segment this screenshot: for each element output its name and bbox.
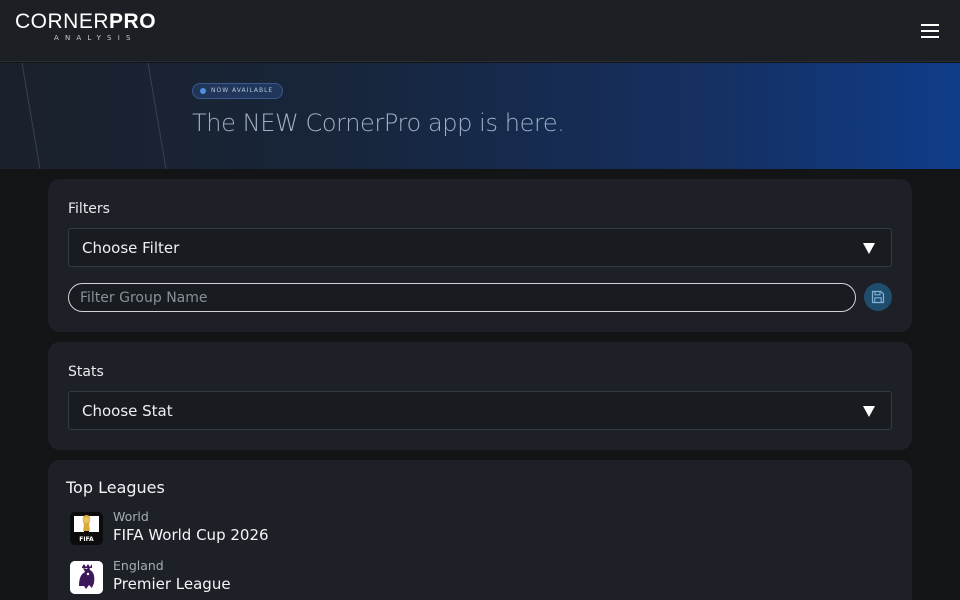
- badge-dot-icon: [200, 88, 206, 94]
- promo-banner[interactable]: NOW AVAILABLE The NEW CornerPro app is h…: [0, 63, 960, 169]
- stats-card: Stats Choose Stat: [48, 342, 912, 450]
- logo-text-pro: PRO: [109, 10, 157, 33]
- league-country: England: [113, 558, 164, 573]
- logo-subtitle: ANALYSIS: [54, 34, 137, 42]
- logo-wordmark: CORNERPRO: [15, 11, 156, 33]
- stats-label: Stats: [68, 364, 104, 380]
- choose-stat-value: Choose Stat: [82, 402, 173, 420]
- choose-filter-value: Choose Filter: [82, 239, 180, 257]
- choose-filter-select[interactable]: Choose Filter: [68, 228, 892, 267]
- filters-label: Filters: [68, 201, 110, 217]
- filter-group-name-input[interactable]: [68, 283, 856, 312]
- top-header: CORNERPRO ANALYSIS: [0, 0, 960, 62]
- svg-text:FIFA: FIFA: [79, 536, 94, 543]
- now-available-badge: NOW AVAILABLE: [192, 83, 284, 99]
- league-item-fifa-world-cup[interactable]: FIFA World FIFA World Cup 2026: [70, 509, 370, 551]
- top-leagues-card: Top Leagues FIFA World FIFA World Cup 20…: [48, 460, 912, 600]
- logo-text-corner: CORNER: [15, 10, 110, 33]
- hamburger-menu-icon[interactable]: [916, 20, 944, 42]
- fifa-world-cup-logo-icon: FIFA: [70, 512, 103, 545]
- cornerpro-logo[interactable]: CORNERPRO ANALYSIS: [15, 11, 165, 47]
- league-name: Premier League: [113, 575, 231, 593]
- save-icon: [871, 290, 885, 304]
- league-name: FIFA World Cup 2026: [113, 526, 269, 544]
- filters-card: Filters Choose Filter: [48, 179, 912, 332]
- league-item-premier-league[interactable]: England Premier League: [70, 558, 370, 600]
- dropdown-arrow-icon: [863, 406, 875, 417]
- save-button[interactable]: [864, 283, 892, 311]
- top-leagues-title: Top Leagues: [66, 478, 165, 497]
- dropdown-arrow-icon: [863, 243, 875, 254]
- banner-title: The NEW CornerPro app is here.: [192, 109, 565, 137]
- badge-label: NOW AVAILABLE: [211, 87, 274, 94]
- choose-stat-select[interactable]: Choose Stat: [68, 391, 892, 430]
- premier-league-logo-icon: [70, 561, 103, 594]
- league-country: World: [113, 509, 149, 524]
